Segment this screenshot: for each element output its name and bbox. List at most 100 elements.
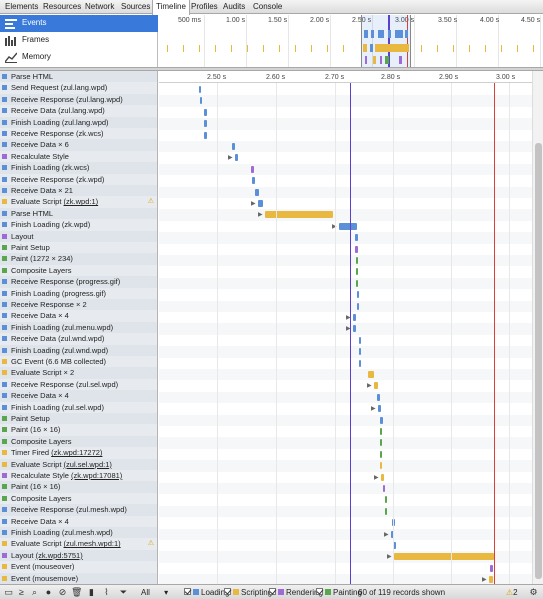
list-item[interactable]: Finish Loading (zul.mesh.wpd)	[0, 527, 157, 539]
frames-mode-icon[interactable]: ▮	[86, 587, 97, 598]
graph-row[interactable]	[159, 369, 532, 381]
list-item[interactable]: Timer Fired (zk.wpd:17272)	[0, 447, 157, 459]
list-item[interactable]: Finish Loading (zk.wpd)	[0, 219, 157, 231]
list-item[interactable]: Receive Data (zul.lang.wpd)	[0, 105, 157, 117]
overview-graph[interactable]: 500 ms 1.00 s 1.50 s 2.00 s 2.50 s 3.00 …	[159, 15, 543, 67]
record-bar[interactable]	[355, 245, 358, 253]
glue-events-icon[interactable]: ⌇	[101, 587, 112, 598]
record-bar[interactable]	[251, 165, 254, 173]
record-bar[interactable]	[255, 188, 259, 196]
graph-row[interactable]: ▶	[159, 152, 532, 164]
list-item[interactable]: Receive Data × 21	[0, 185, 157, 197]
expand-icon[interactable]: ▶	[258, 211, 263, 218]
list-item[interactable]: Parse HTML	[0, 71, 157, 83]
tab-network[interactable]: Network	[82, 0, 117, 14]
record-bar[interactable]	[359, 336, 361, 344]
record-bar[interactable]	[204, 120, 207, 128]
tab-timeline[interactable]: Timeline	[152, 0, 190, 15]
expand-icon[interactable]: ▶	[374, 474, 379, 481]
filter-painting[interactable]: Painting	[316, 587, 362, 598]
checkbox-loading[interactable]	[184, 588, 191, 596]
list-item[interactable]: Receive Data × 6	[0, 139, 157, 151]
record-bar[interactable]	[368, 371, 374, 378]
list-item[interactable]: Paint Setup	[0, 242, 157, 254]
records-list[interactable]: Parse HTML Send Request (zul.lang.wpd) Rec…	[0, 71, 158, 584]
record-bar[interactable]	[394, 553, 494, 561]
list-item[interactable]: Receive Response (zul.sel.wpd)	[0, 378, 157, 391]
graph-row[interactable]	[159, 84, 532, 96]
graph-row[interactable]	[159, 277, 532, 290]
list-item[interactable]: Finish Loading (zul.menu.wpd)	[0, 321, 157, 334]
list-item[interactable]: Receive Response (zul.lang.wpd)	[0, 93, 157, 106]
list-item[interactable]: Finish Loading (zul.sel.wpd)	[0, 401, 157, 413]
graph-row[interactable]: ▶	[159, 551, 532, 563]
list-item[interactable]: Finish Loading (zul.lang.wpd)	[0, 116, 157, 128]
record-bar[interactable]	[356, 279, 358, 287]
list-item[interactable]: Parse HTML	[0, 207, 157, 220]
graph-row[interactable]	[159, 414, 532, 426]
overview-item-frames[interactable]: Frames	[0, 32, 158, 49]
search-icon[interactable]: ⌕	[29, 587, 40, 598]
list-item[interactable]: Paint (16 × 16)	[0, 481, 157, 493]
list-item[interactable]: Layout (zk.wpd:5751)	[0, 549, 157, 562]
filter-rendering[interactable]: Rendering	[269, 587, 323, 598]
graph-row[interactable]: ▶	[159, 209, 532, 221]
clear-icon[interactable]: ⊘	[57, 587, 68, 598]
record-bar[interactable]	[380, 462, 382, 470]
record-bar[interactable]	[356, 257, 358, 264]
record-bar[interactable]	[204, 131, 207, 139]
record-bar[interactable]	[380, 416, 383, 424]
filter-select[interactable]: All ▾	[141, 587, 168, 598]
list-item[interactable]: Event (mouseover)	[0, 561, 157, 573]
list-item[interactable]: Receive Response (zul.mesh.wpd)	[0, 504, 157, 516]
graph-row[interactable]	[159, 175, 532, 187]
tab-profiles[interactable]: Profiles	[188, 0, 221, 14]
graph-row[interactable]	[159, 483, 532, 495]
record-bar[interactable]	[378, 405, 381, 413]
record-bar[interactable]	[385, 496, 387, 504]
graph-row[interactable]	[159, 300, 532, 312]
graph-row[interactable]	[159, 106, 532, 119]
record-bar[interactable]	[489, 576, 493, 584]
list-item[interactable]: Receive Data × 4	[0, 390, 157, 402]
record-bar[interactable]	[199, 86, 201, 93]
record-bar[interactable]	[374, 382, 378, 390]
list-item[interactable]: Paint (1272 × 234)	[0, 253, 157, 265]
record-bar[interactable]	[490, 564, 493, 572]
record-bar[interactable]	[200, 97, 202, 105]
graph-row[interactable]: ▶	[159, 403, 532, 415]
list-item[interactable]: Paint (16 × 16)	[0, 424, 157, 436]
overview-item-events[interactable]: Events	[0, 15, 158, 32]
record-bar[interactable]	[383, 485, 385, 492]
expand-icon[interactable]: ▶	[228, 154, 233, 161]
source-link[interactable]: (zk.wpd:17081)	[71, 471, 122, 480]
record-bar[interactable]	[359, 348, 361, 356]
source-link[interactable]: (zul.sel.wpd:1)	[64, 460, 112, 469]
record-bar[interactable]	[381, 473, 384, 481]
list-item[interactable]: Receive Response × 2	[0, 299, 157, 311]
graph-row[interactable]: ▶	[159, 471, 532, 483]
graph-row[interactable]	[159, 357, 532, 369]
graph-row[interactable]	[159, 255, 532, 267]
filter-loading[interactable]: Loading	[184, 587, 229, 598]
list-item[interactable]: Receive Response (zk.wpd)	[0, 173, 157, 185]
list-item[interactable]: Finish Loading (zk.wcs)	[0, 162, 157, 174]
source-link[interactable]: (zk.wpd:5751)	[36, 551, 83, 560]
settings-gear-icon[interactable]: ⚙	[528, 587, 539, 598]
graph-row[interactable]: ▶	[159, 380, 532, 392]
console-drawer-icon[interactable]: ≥	[16, 587, 27, 598]
record-bar[interactable]	[385, 507, 387, 515]
graph-row[interactable]	[159, 346, 532, 358]
graph-row[interactable]	[159, 460, 532, 472]
graph-row[interactable]	[159, 426, 532, 438]
record-bar[interactable]	[380, 450, 382, 458]
graph-row[interactable]	[159, 289, 532, 301]
source-link[interactable]: (zk.wpd:1)	[64, 197, 99, 206]
graph-row[interactable]	[159, 517, 532, 529]
graph-row[interactable]	[159, 141, 532, 153]
expand-icon[interactable]: ▶	[251, 200, 256, 207]
timeline-graph[interactable]: ▶▶▶▶▶▶▶▶▶▶▶▶▶ 2.50 s 2.60 s 2.70 s 2.80 …	[159, 71, 532, 584]
graph-row[interactable]	[159, 562, 532, 575]
record-bar[interactable]	[380, 439, 382, 447]
list-item[interactable]: Finish Loading (progress.gif)	[0, 287, 157, 299]
